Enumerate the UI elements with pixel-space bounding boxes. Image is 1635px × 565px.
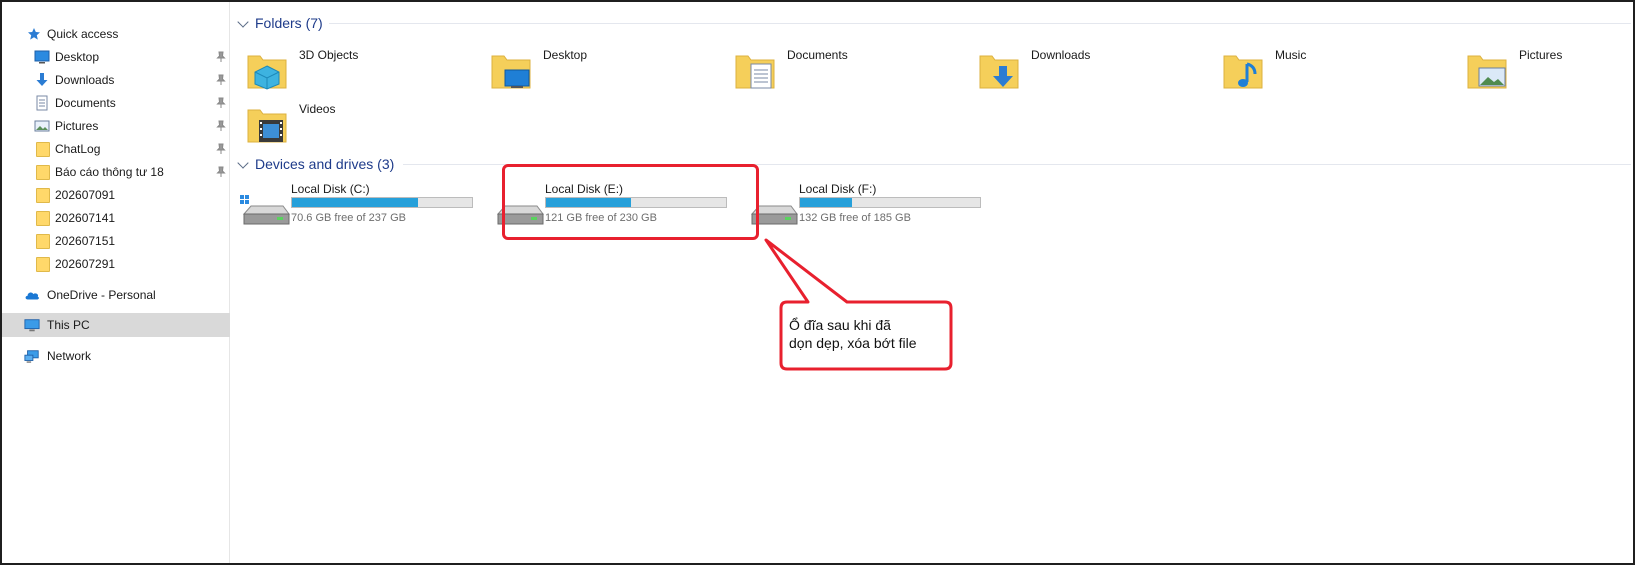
sidebar-item-label: This PC [47, 318, 90, 332]
sidebar-item-label: 202607141 [55, 211, 116, 225]
drive-usage-bar [799, 197, 981, 208]
navigation-pane: Quick access Desktop Downloads Documents… [2, 2, 230, 563]
sidebar-item-this-pc[interactable]: This PC [2, 313, 230, 337]
highlight-box [502, 164, 759, 240]
sidebar-item-202607091[interactable]: 202607091 [2, 183, 230, 207]
sidebar-item-chatlog[interactable]: ChatLog [2, 137, 230, 161]
drive-name: Local Disk (F:) [799, 182, 877, 196]
content-pane: Folders (7) 3D Objects Desktop Documents… [231, 2, 1633, 563]
folder-icon [35, 210, 51, 226]
sidebar-item-label: 202607151 [55, 234, 116, 248]
desktop-folder-icon [491, 52, 531, 90]
sidebar-item-label: Documents [55, 96, 116, 110]
folder-name: Videos [299, 102, 336, 116]
sidebar-item-label: Pictures [55, 119, 99, 133]
sidebar-item-202607291[interactable]: 202607291 [2, 252, 230, 276]
sidebar-item-202607151[interactable]: 202607151 [2, 229, 230, 253]
pin-icon[interactable] [216, 97, 226, 109]
drive-usage-fill [292, 198, 418, 207]
folder-icon [35, 141, 51, 157]
folder-tile-desktop[interactable]: Desktop [483, 46, 703, 96]
sidebar-item-label: Desktop [55, 50, 100, 64]
downloads-icon [34, 72, 50, 88]
folder-name: Downloads [1031, 48, 1091, 62]
chevron-down-icon[interactable] [237, 157, 249, 169]
drive-usage-bar [291, 197, 473, 208]
drive-free-space: 70.6 GB free of 237 GB [291, 212, 406, 224]
sidebar-item-label: OneDrive - Personal [47, 288, 156, 302]
sidebar-item-pictures[interactable]: Pictures [2, 114, 230, 138]
drive-tile-c[interactable]: Local Disk (C:) 70.6 GB free of 237 GB [231, 180, 473, 240]
drive-free-space: 132 GB free of 185 GB [799, 212, 911, 224]
callout-text: Ổ đĩa sau khi đã dọn dẹp, xóa bớt file [789, 317, 917, 351]
pin-icon[interactable] [216, 143, 226, 155]
computer-icon [24, 317, 40, 333]
drives-group-header[interactable]: Devices and drives (3) [231, 153, 1631, 175]
folders-group-header[interactable]: Folders (7) [231, 12, 1631, 34]
sidebar-item-network[interactable]: Network [2, 344, 230, 368]
system-drive-icon [239, 194, 290, 228]
sidebar-item-bao-cao[interactable]: Báo cáo thông tư 18 [2, 160, 230, 184]
folder-name: Documents [787, 48, 848, 62]
sidebar-item-quick-access[interactable]: Quick access [2, 22, 230, 46]
drive-tile-f[interactable]: Local Disk (F:) 132 GB free of 185 GB [739, 180, 981, 240]
folder-icon [35, 187, 51, 203]
sidebar-item-desktop[interactable]: Desktop [2, 45, 230, 69]
pin-icon[interactable] [216, 166, 226, 178]
downloads-folder-icon [979, 52, 1019, 90]
sidebar-item-label: 202607291 [55, 257, 116, 271]
sidebar-item-onedrive[interactable]: OneDrive - Personal [2, 283, 230, 307]
documents-icon [34, 95, 50, 111]
folder-tile-videos[interactable]: Videos [239, 100, 459, 150]
group-title: Devices and drives (3) [255, 156, 395, 172]
folder-name: 3D Objects [299, 48, 359, 62]
folder-tile-pictures[interactable]: Pictures [1459, 46, 1635, 96]
folder-icon [35, 164, 51, 180]
3d-objects-icon [247, 52, 287, 90]
cloud-icon [24, 287, 40, 303]
sidebar-item-label: Downloads [55, 73, 115, 87]
music-folder-icon [1223, 52, 1263, 90]
pin-icon[interactable] [216, 51, 226, 63]
pin-icon[interactable] [216, 74, 226, 86]
chevron-down-icon[interactable] [237, 16, 249, 28]
sidebar-item-documents[interactable]: Documents [2, 91, 230, 115]
folder-name: Desktop [543, 48, 588, 62]
pictures-icon [34, 118, 50, 134]
sidebar-item-label: ChatLog [55, 142, 101, 156]
sidebar-item-label: 202607091 [55, 188, 116, 202]
folder-name: Music [1275, 48, 1307, 62]
documents-folder-icon [735, 52, 775, 90]
pin-icon[interactable] [216, 120, 226, 132]
folder-icon [35, 233, 51, 249]
sidebar-item-label: Báo cáo thông tư 18 [55, 165, 164, 179]
folder-icon [35, 256, 51, 272]
star-icon [26, 26, 42, 42]
sidebar-item-202607141[interactable]: 202607141 [2, 206, 230, 230]
sidebar-item-downloads[interactable]: Downloads [2, 68, 230, 92]
folder-tile-downloads[interactable]: Downloads [971, 46, 1191, 96]
videos-folder-icon [247, 106, 287, 144]
drive-name: Local Disk (C:) [291, 182, 370, 196]
folder-tile-3d-objects[interactable]: 3D Objects [239, 46, 459, 96]
sidebar-item-label: Network [47, 349, 92, 363]
pictures-folder-icon [1467, 52, 1507, 90]
group-divider [329, 23, 1631, 24]
folder-name: Pictures [1519, 48, 1563, 62]
group-title: Folders (7) [255, 15, 323, 31]
network-icon [24, 348, 40, 364]
folder-tile-documents[interactable]: Documents [727, 46, 947, 96]
drive-usage-fill [800, 198, 853, 207]
desktop-icon [34, 49, 50, 65]
sidebar-item-label: Quick access [47, 27, 119, 41]
folder-tile-music[interactable]: Music [1215, 46, 1435, 96]
